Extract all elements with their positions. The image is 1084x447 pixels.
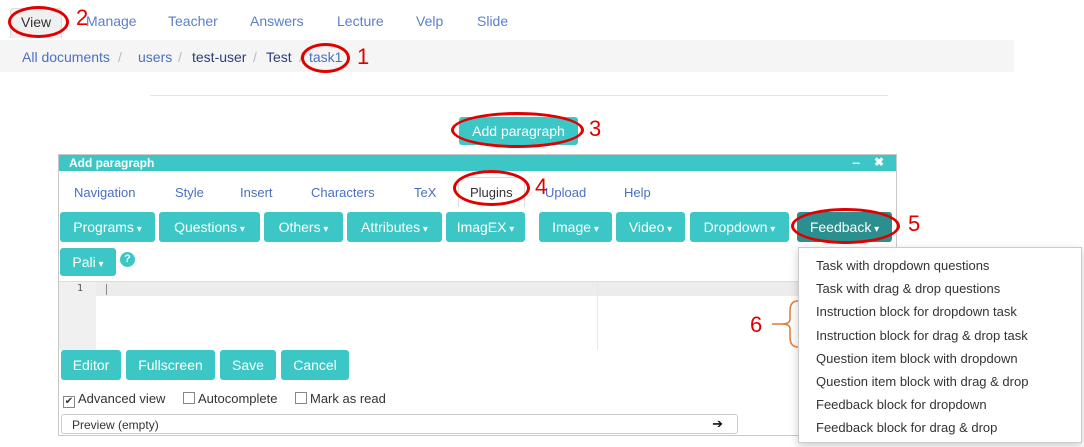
advanced-view-option[interactable]: ✔ Advanced view	[63, 391, 165, 408]
annotation-number: 5	[908, 211, 921, 236]
annotation-number: 2	[76, 5, 89, 30]
annotation-bracket	[772, 300, 799, 348]
save-button[interactable]: Save	[220, 350, 276, 380]
menu-item[interactable]: Feedback block for dropdown	[816, 397, 987, 412]
annotation-oval	[301, 43, 350, 73]
annotation-oval	[8, 6, 69, 38]
dialog-titlebar: Add paragraph – ✖	[59, 154, 896, 171]
text-cursor	[106, 284, 107, 295]
tab-characters[interactable]: Characters	[311, 185, 375, 200]
help-icon[interactable]: ?	[120, 252, 135, 267]
annotation-oval	[791, 208, 900, 244]
menu-item[interactable]: Feedback block for drag & drop	[816, 420, 997, 435]
nav-slide[interactable]: Slide	[477, 13, 508, 29]
cancel-button[interactable]: Cancel	[281, 350, 349, 380]
nav-velp[interactable]: Velp	[416, 13, 443, 29]
autocomplete-option[interactable]: Autocomplete	[183, 391, 278, 406]
breadcrumb-all-documents[interactable]: All documents	[22, 49, 110, 65]
divider	[150, 95, 888, 96]
print-margin	[597, 282, 598, 350]
nav-manage[interactable]: Manage	[86, 13, 137, 29]
annotation-oval	[453, 170, 530, 206]
tab-tex[interactable]: TeX	[414, 185, 436, 200]
checkbox-icon[interactable]	[295, 392, 307, 404]
advanced-view-label: Advanced view	[78, 391, 166, 406]
minimize-icon[interactable]: –	[852, 154, 860, 170]
nav-answers[interactable]: Answers	[250, 13, 304, 29]
others-dropdown[interactable]: Others	[264, 212, 343, 242]
menu-item[interactable]: Instruction block for dropdown task	[816, 304, 1017, 319]
annotation-number: 1	[357, 44, 370, 69]
annotation-number: 6	[750, 312, 763, 337]
menu-item[interactable]: Question item block with drag & drop	[816, 374, 1028, 389]
image-dropdown[interactable]: Image	[539, 212, 612, 242]
imagex-dropdown[interactable]: ImagEX	[446, 212, 525, 242]
fullscreen-button[interactable]: Fullscreen	[126, 350, 215, 380]
dialog-title: Add paragraph	[69, 156, 155, 170]
editor-button[interactable]: Editor	[61, 350, 121, 380]
dropdown-dropdown[interactable]: Dropdown	[690, 212, 789, 242]
tab-style[interactable]: Style	[175, 185, 204, 200]
breadcrumb-users[interactable]: users	[138, 49, 172, 65]
close-icon[interactable]: ✖	[874, 155, 884, 169]
breadcrumb-separator: /	[178, 49, 182, 65]
preview-bar[interactable]: Preview (empty) ➔	[61, 414, 738, 434]
attributes-dropdown[interactable]: Attributes	[347, 212, 442, 242]
annotation-number: 4	[535, 174, 548, 199]
breadcrumb-test-user[interactable]: test-user	[192, 49, 246, 65]
autocomplete-label: Autocomplete	[198, 391, 278, 406]
mark-as-read-label: Mark as read	[310, 391, 386, 406]
active-line-highlight	[59, 282, 896, 296]
tab-navigation[interactable]: Navigation	[74, 185, 135, 200]
tab-insert[interactable]: Insert	[240, 185, 273, 200]
menu-item[interactable]: Task with drag & drop questions	[816, 281, 1000, 296]
tab-help[interactable]: Help	[624, 185, 651, 200]
menu-item[interactable]: Task with dropdown questions	[816, 258, 989, 273]
annotation-oval	[451, 112, 584, 148]
questions-dropdown[interactable]: Questions	[159, 212, 260, 242]
feedback-menu: Task with dropdown questions Task with d…	[798, 247, 1082, 443]
menu-item[interactable]: Question item block with dropdown	[816, 351, 1018, 366]
mark-as-read-option[interactable]: Mark as read	[295, 391, 386, 406]
breadcrumb-separator: /	[118, 49, 122, 65]
breadcrumb: All documents / users / test-user / Test…	[0, 40, 1014, 72]
breadcrumb-test[interactable]: Test	[266, 49, 292, 65]
nav-lecture[interactable]: Lecture	[337, 13, 384, 29]
tab-upload[interactable]: Upload	[545, 185, 586, 200]
pali-dropdown[interactable]: Pali	[60, 248, 116, 276]
checkbox-icon[interactable]	[183, 392, 195, 404]
nav-teacher[interactable]: Teacher	[168, 13, 218, 29]
checked-checkbox-icon[interactable]: ✔	[63, 396, 75, 408]
programs-dropdown[interactable]: Programs	[60, 212, 155, 242]
arrow-right-icon[interactable]: ➔	[712, 416, 723, 432]
breadcrumb-separator: /	[253, 49, 257, 65]
line-number: 1	[77, 283, 84, 294]
preview-label: Preview (empty)	[72, 418, 159, 432]
top-nav: View Manage Teacher Answers Lecture Velp…	[0, 0, 1014, 40]
annotation-number: 3	[589, 116, 602, 141]
video-dropdown[interactable]: Video	[616, 212, 685, 242]
menu-item[interactable]: Instruction block for drag & drop task	[816, 328, 1028, 343]
